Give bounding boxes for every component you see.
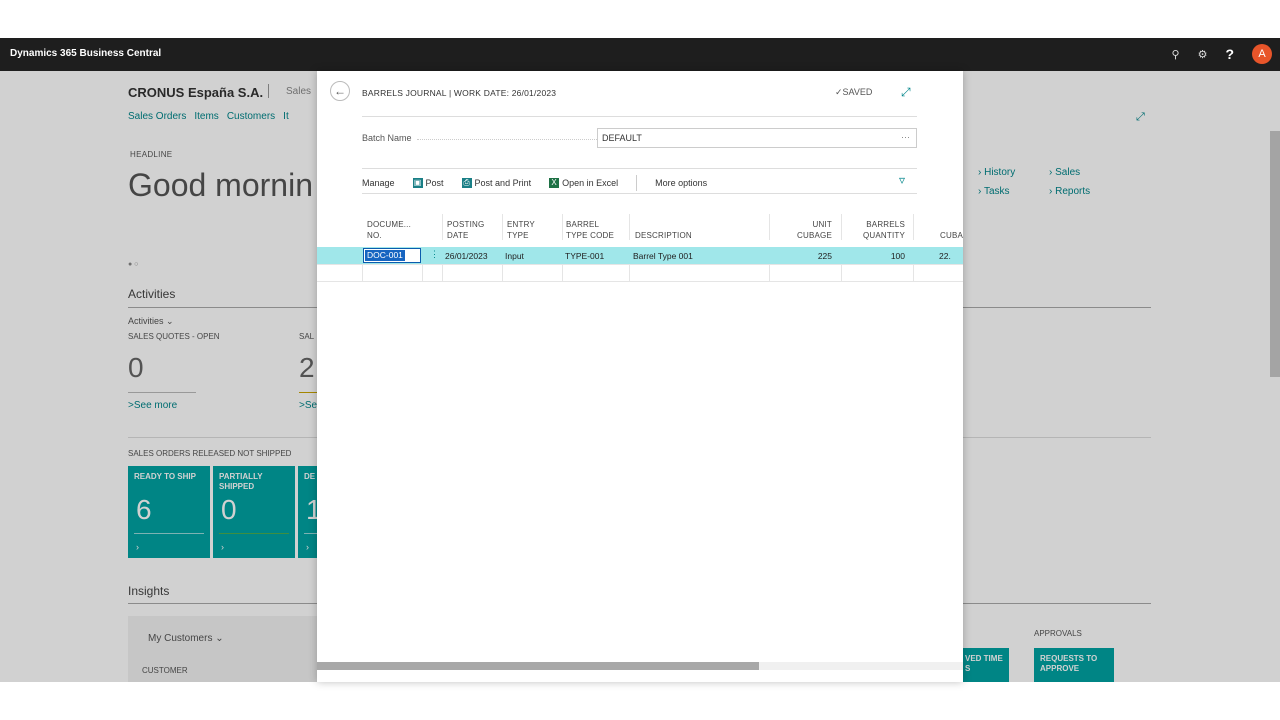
cell-separator — [502, 264, 503, 281]
column-separator — [841, 214, 842, 240]
field-leader-dots — [417, 139, 597, 140]
settings-icon[interactable]: ⚙ — [1198, 48, 1208, 61]
actions-bottom-divider — [362, 193, 917, 194]
post-button[interactable]: ▣ Post — [412, 178, 444, 188]
col-header-barrel-type-code[interactable]: BARREL TYPE CODE — [566, 219, 614, 241]
header-divider — [362, 116, 917, 117]
search-icon[interactable]: ⚲ — [1172, 48, 1180, 61]
batch-name-field[interactable]: DEFAULT ⋯ — [597, 128, 917, 148]
horizontal-scrollbar-thumb[interactable] — [317, 662, 759, 670]
col-header-unit-cubage[interactable]: UNIT CUBAGE — [797, 219, 832, 241]
post-icon: ▣ — [412, 178, 423, 188]
avatar[interactable]: A — [1252, 44, 1272, 64]
row-divider — [317, 281, 963, 282]
lookup-ellipsis-icon[interactable]: ⋯ — [901, 132, 910, 143]
barrels-journal-dialog: ← BARRELS JOURNAL | WORK DATE: 26/01/202… — [317, 71, 963, 682]
barrels-quantity-cell[interactable]: 100 — [857, 251, 905, 261]
saved-status: ✓SAVED — [835, 87, 873, 97]
cell-separator — [769, 264, 770, 281]
col-header-document-no[interactable]: DOCUME... NO. — [367, 219, 411, 241]
column-separator — [913, 214, 914, 240]
expand-icon[interactable]: ⤢ — [901, 85, 911, 100]
cell-separator — [422, 264, 423, 281]
col-header-barrels-quantity[interactable]: BARRELS QUANTITY — [857, 219, 905, 241]
app-bar: Dynamics 365 Business Central ⚲ ⚙ ? A — [0, 38, 1280, 71]
document-no-cell[interactable]: DOC-001 — [363, 248, 421, 263]
actions-top-divider — [362, 168, 917, 169]
cell-separator — [629, 264, 630, 281]
more-options-button[interactable]: More options — [655, 178, 707, 188]
column-separator — [442, 214, 443, 240]
manage-button[interactable]: Manage — [362, 178, 395, 188]
help-icon[interactable]: ? — [1225, 46, 1234, 62]
column-separator — [629, 214, 630, 240]
column-separator — [562, 214, 563, 240]
column-separator — [502, 214, 503, 240]
barrel-type-code-cell[interactable]: TYPE-001 — [565, 251, 604, 261]
col-header-cubage[interactable]: CUBA — [940, 230, 963, 241]
cubage-cell[interactable]: 22. — [939, 251, 951, 261]
row-divider — [317, 264, 963, 265]
filter-icon[interactable]: ▿ — [899, 173, 905, 187]
document-no-value: DOC-001 — [365, 250, 405, 261]
cell-separator — [362, 264, 363, 281]
batch-name-label: Batch Name — [362, 133, 412, 143]
col-header-entry-type[interactable]: ENTRY TYPE — [507, 219, 535, 241]
entry-type-cell[interactable]: Input — [505, 251, 524, 261]
action-separator — [636, 175, 638, 191]
print-icon: ⎙ — [461, 178, 472, 188]
check-icon: ✓ — [835, 87, 843, 97]
posting-date-cell[interactable]: 26/01/2023 — [445, 251, 488, 261]
column-separator — [769, 214, 770, 240]
open-in-excel-button[interactable]: X Open in Excel — [549, 178, 618, 188]
description-cell[interactable]: Barrel Type 001 — [633, 251, 693, 261]
col-header-posting-date[interactable]: POSTING DATE — [447, 219, 484, 241]
cell-separator — [562, 264, 563, 281]
batch-name-value: DEFAULT — [602, 133, 642, 143]
unit-cubage-cell[interactable]: 225 — [787, 251, 832, 261]
cell-separator — [442, 264, 443, 281]
post-and-print-button[interactable]: ⎙ Post and Print — [461, 178, 531, 188]
col-header-description[interactable]: DESCRIPTION — [635, 230, 692, 241]
excel-icon: X — [549, 178, 560, 188]
action-bar: Manage ▣ Post ⎙ Post and Print X Open in Ex… — [362, 175, 725, 191]
cell-separator — [913, 264, 914, 281]
back-arrow-icon[interactable]: ← — [330, 81, 350, 101]
dialog-title: BARRELS JOURNAL | WORK DATE: 26/01/2023 — [362, 88, 557, 98]
app-bar-icons: ⚲ ⚙ ? A — [1172, 44, 1272, 64]
app-title: Dynamics 365 Business Central — [10, 48, 162, 59]
row-menu-icon[interactable]: ⋮ — [430, 249, 439, 260]
cell-separator — [841, 264, 842, 281]
